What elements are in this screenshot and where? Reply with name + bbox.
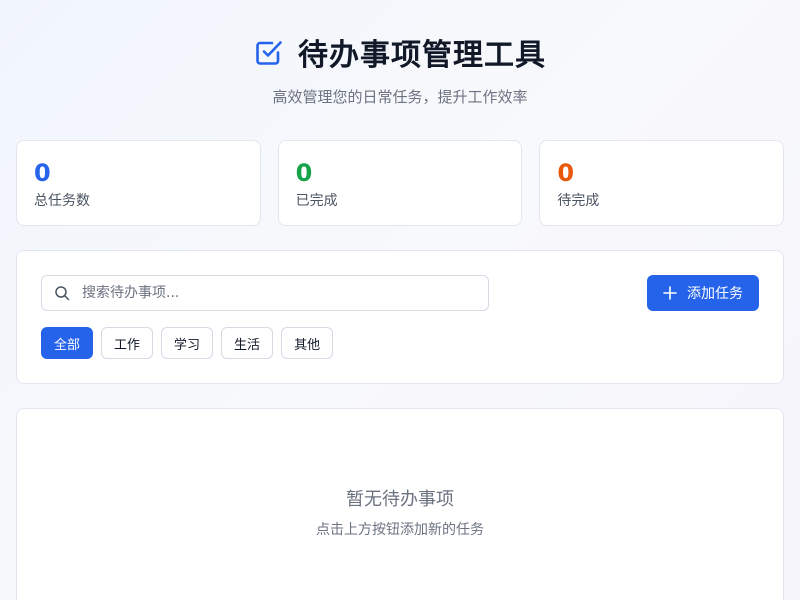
title-row: 待办事项管理工具 [254, 30, 546, 74]
stat-completed-label: 已完成 [295, 193, 338, 209]
filter-study-button[interactable]: 学习 [161, 327, 214, 359]
todo-list: 暂无待办事项 点击上方按钮添加新的任务 [16, 408, 784, 600]
empty-state-description: 点击上方按钮添加新的任务 [316, 522, 484, 538]
search-box[interactable] [41, 275, 489, 311]
stats-row: 0 总任务数 0 已完成 0 待完成 [16, 140, 785, 226]
page-subtitle: 高效管理您的日常任务，提升工作效率 [272, 88, 528, 106]
add-task-label: 添加任务 [687, 286, 743, 302]
add-task-button[interactable]: 添加任务 [647, 275, 759, 311]
page-title: 待办事项管理工具 [298, 38, 546, 73]
checkbox-icon [256, 41, 282, 65]
stat-pending-label: 待完成 [557, 193, 600, 209]
filter-work-button[interactable]: 工作 [101, 327, 154, 359]
category-filters: 全部 工作 学习 生活 其他 [41, 327, 334, 359]
stat-card-pending: 0 待完成 [539, 140, 785, 226]
stat-total-label: 总任务数 [34, 193, 90, 209]
empty-state-title: 暂无待办事项 [346, 489, 454, 510]
app-header: 待办事项管理工具 高效管理您的日常任务，提升工作效率 [0, 30, 800, 107]
search-icon [55, 286, 70, 301]
filter-other-button[interactable]: 其他 [281, 327, 334, 359]
filter-life-button[interactable]: 生活 [221, 327, 274, 359]
stat-card-completed: 0 已完成 [277, 140, 523, 226]
filter-all-button[interactable]: 全部 [41, 327, 94, 359]
stat-completed-value: 0 [295, 159, 313, 187]
stat-total-value: 0 [34, 159, 51, 187]
toolbar-card: 添加任务 全部 工作 学习 生活 其他 [16, 250, 784, 384]
search-input[interactable] [82, 276, 488, 310]
plus-icon [663, 286, 677, 300]
stat-card-total: 0 总任务数 [16, 140, 261, 226]
stat-pending-value: 0 [557, 159, 575, 187]
